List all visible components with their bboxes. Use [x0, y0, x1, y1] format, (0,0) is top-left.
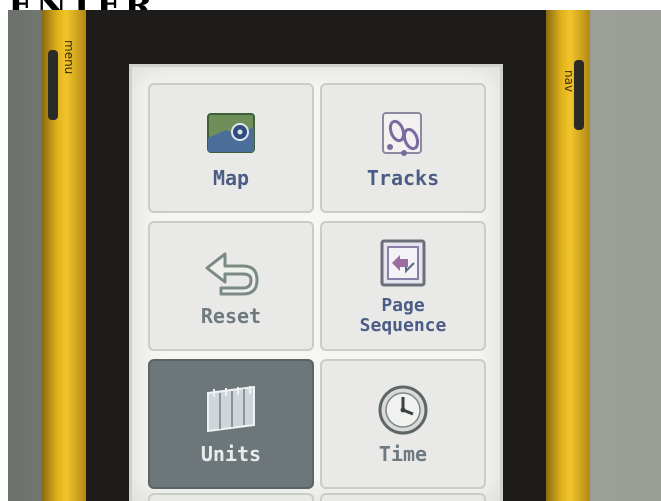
- tile-tracks[interactable]: Tracks: [320, 83, 486, 213]
- tile-page-sequence-label-line1: Page: [381, 295, 425, 316]
- tile-page-sequence-label-line2: Sequence: [359, 315, 447, 336]
- tile-reset-label: Reset: [200, 304, 262, 328]
- ruler-icon: [202, 383, 260, 437]
- device-screen: Map Tracks Reset Page Sequence Units Tim…: [129, 64, 503, 501]
- tile-reset[interactable]: Reset: [148, 221, 314, 351]
- right-yellow-rail: nav: [546, 10, 590, 501]
- tile-partial-right[interactable]: [320, 493, 486, 501]
- tile-time-label: Time: [378, 442, 428, 466]
- screenshot-frame: ENTER menu nav Map: [0, 0, 661, 501]
- page-sequence-icon: [374, 236, 432, 290]
- next-row-peek: [148, 493, 488, 501]
- clock-icon: [374, 383, 432, 437]
- tile-partial-left[interactable]: [148, 493, 314, 501]
- back-arrow-icon: [202, 245, 260, 299]
- tile-map-label: Map: [212, 166, 250, 190]
- menu-button[interactable]: [48, 50, 58, 120]
- tile-map[interactable]: Map: [148, 83, 314, 213]
- tile-units[interactable]: Units: [148, 359, 314, 489]
- tile-tracks-label: Tracks: [366, 166, 440, 190]
- map-icon: [202, 107, 260, 161]
- nav-button-label: nav: [562, 70, 576, 93]
- tile-units-label: Units: [200, 442, 262, 466]
- tile-time[interactable]: Time: [320, 359, 486, 489]
- footprints-icon: [374, 107, 432, 161]
- main-menu-grid: Map Tracks Reset Page Sequence Units Tim…: [148, 83, 488, 489]
- menu-button-label: menu: [62, 40, 76, 75]
- left-yellow-rail: menu: [42, 10, 86, 501]
- tile-page-sequence[interactable]: Page Sequence: [320, 221, 486, 351]
